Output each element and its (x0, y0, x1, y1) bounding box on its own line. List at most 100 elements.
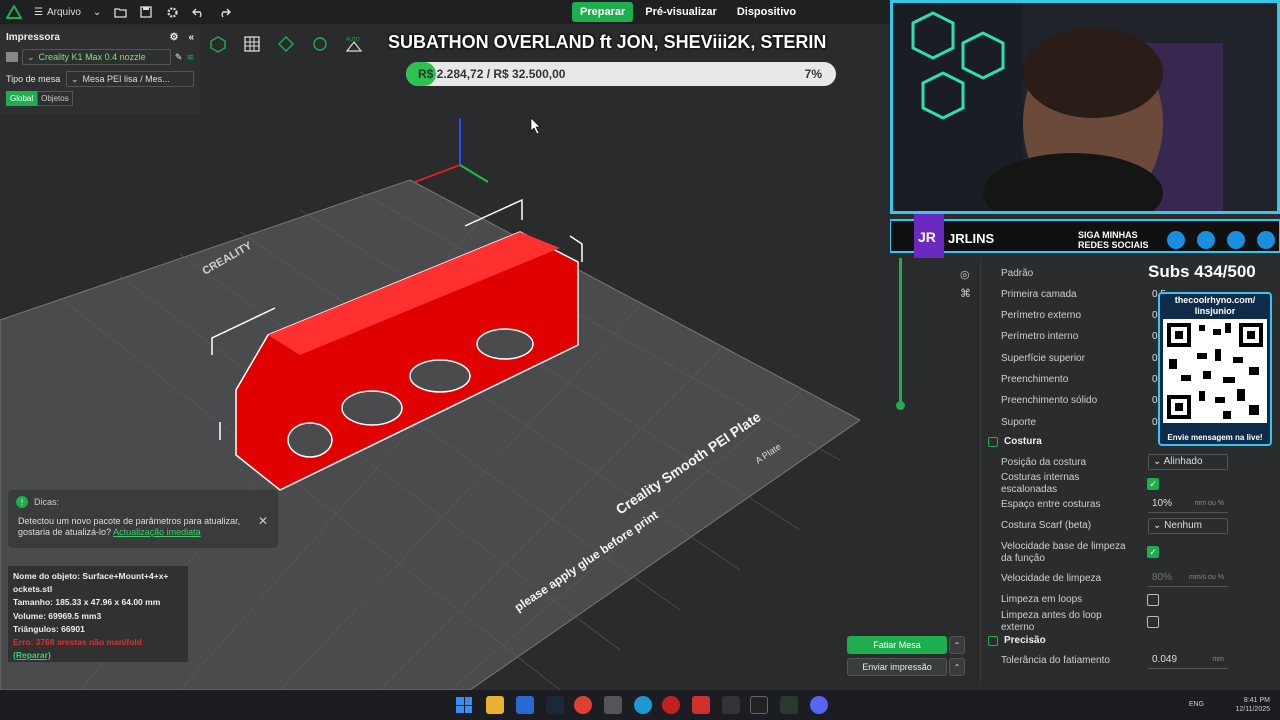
discord-icon[interactable] (810, 696, 828, 714)
tab-device[interactable]: Dispositivo (729, 2, 804, 22)
settings-gear-icon[interactable] (163, 3, 181, 21)
bed-type-row: Tipo de mesa ⌄ Mesa PEI lisa / Mes... (0, 69, 200, 89)
wifi-icon[interactable]: ≋ (186, 52, 194, 63)
solid-infill-speed-value[interactable]: 0 (1152, 395, 1158, 406)
precision-section-header[interactable]: Precisão (988, 635, 1046, 646)
scarf-seam-label: Costura Scarf (beta) (1001, 520, 1092, 531)
seam-position-select[interactable]: ⌄ Alinhado (1148, 454, 1228, 470)
chevron-down-icon: ⌄ (27, 51, 35, 62)
windows-taskbar: ENG 8:41 PM 12/11/2025 (0, 690, 1280, 720)
precision-section-title: Precisão (1004, 635, 1046, 646)
layer-slider[interactable] (899, 258, 902, 406)
wipe-speed-base-checkbox[interactable]: ✓ (1147, 546, 1159, 558)
top-surface-speed-value[interactable]: 0 (1152, 353, 1158, 364)
qr-url-line1: thecoolrhyno.com/ (1174, 295, 1256, 305)
bed-type-select[interactable]: ⌄ Mesa PEI lisa / Mes... (66, 71, 194, 87)
progress-amount-text: R$ 2.284,72 / R$ 32.500,00 (418, 67, 566, 81)
add-cube-icon[interactable] (206, 32, 230, 56)
printer-settings-icon[interactable]: ⚙ (169, 32, 178, 43)
wipe-loops-label: Limpeza em loops (1001, 594, 1083, 605)
system-tray: ENG 8:41 PM 12/11/2025 (1189, 696, 1270, 714)
slice-tolerance-input[interactable]: 0.049 mm (1148, 653, 1228, 669)
explorer-icon[interactable] (486, 696, 504, 714)
slicer-app-icon[interactable] (780, 696, 798, 714)
chevron-down-icon: ⌄ (1153, 456, 1164, 467)
seam-section-title: Costura (1004, 436, 1042, 447)
app-icon-2[interactable] (516, 696, 534, 714)
file-menu-button[interactable]: ☰ Arquivo ⌄ (28, 0, 107, 24)
seam-gap-value: 10% (1152, 498, 1173, 509)
svg-text:JR: JR (918, 229, 936, 245)
edge-icon[interactable] (634, 696, 652, 714)
chevron-down-icon: ⌄ (71, 73, 79, 84)
inner-wall-speed-value[interactable]: 0 (1152, 331, 1158, 342)
printer-name: Creality K1 Max 0.4 nozzle (38, 52, 146, 62)
close-icon[interactable]: ✕ (258, 514, 268, 528)
auto-orient-icon[interactable]: AUTO (342, 32, 366, 56)
folder-icon[interactable] (111, 3, 129, 21)
steam-icon[interactable] (546, 696, 564, 714)
redo-icon[interactable] (215, 3, 233, 21)
terminal-icon[interactable] (750, 696, 768, 714)
slice-tolerance-value: 0.049 (1152, 654, 1178, 665)
object-name-line1: Nome do objeto: Surface+Mount+4+x+ (13, 571, 169, 581)
scarf-seam-select[interactable]: ⌄ Nenhum (1148, 518, 1228, 534)
solid-infill-speed-label: Preenchimento sólido (1001, 395, 1098, 406)
staggered-seams-checkbox[interactable]: ✓ (1147, 478, 1159, 490)
seam-section-header[interactable]: Costura (988, 436, 1042, 447)
tab-global[interactable]: Global (6, 91, 38, 106)
update-now-link[interactable]: Actualização imediata (113, 527, 201, 537)
precision-section-icon (988, 635, 998, 646)
wipe-loops-checkbox[interactable] (1147, 594, 1159, 606)
outer-wall-speed-value[interactable]: 0 (1152, 310, 1158, 321)
qr-url-line2: linsjunior (1194, 306, 1236, 317)
tab-preview[interactable]: Pré-visualizar (637, 2, 725, 22)
object-name-line2: ockets.stl (13, 584, 53, 595)
support-speed-label: Suporte (1001, 417, 1037, 428)
progress-percent-text: 7% (804, 67, 822, 81)
grid-icon[interactable] (240, 32, 264, 56)
chrome-icon[interactable] (574, 696, 592, 714)
donation-progress-bar: R$ 2.284,72 / R$ 32.500,00 7% (406, 62, 836, 86)
windows-start-icon[interactable] (456, 697, 472, 713)
collapse-icon[interactable]: « (188, 32, 194, 43)
speed-default-label: Padrão (1001, 268, 1034, 279)
tips-body: Detectou um novo pacote de parâmetros pa… (8, 510, 278, 545)
tips-title: Dicas: (34, 497, 60, 507)
seam-gap-input[interactable]: 10% mm ou % (1148, 497, 1228, 513)
slice-plate-button[interactable]: Fatiar Mesa (847, 636, 947, 654)
slice-tolerance-label: Tolerância do fatiamento (1001, 655, 1110, 666)
send-options-button[interactable]: ⌃ (949, 658, 965, 676)
save-icon[interactable] (137, 3, 155, 21)
tray-lang: ENG (1188, 701, 1204, 708)
wipe-before-loop-checkbox[interactable] (1147, 616, 1159, 628)
banner-name: JRLINS (948, 231, 995, 246)
arrange-icon[interactable] (308, 32, 332, 56)
svg-text:AUTO: AUTO (346, 37, 360, 43)
object-list-icon[interactable]: ⌘ (960, 287, 976, 300)
layer-slider-handle[interactable] (896, 401, 905, 410)
infill-speed-value[interactable]: 0 (1152, 374, 1158, 385)
settings-circle-icon[interactable]: ◎ (960, 268, 976, 281)
tab-prepare[interactable]: Preparar (572, 2, 634, 22)
tab-objects[interactable]: Objetos (37, 91, 73, 106)
social-banner: JR JRLINS SIGA MINHAS REDES SOCIAIS (890, 214, 1280, 258)
outer-wall-speed-label: Perímetro externo (1001, 310, 1082, 321)
app-icon-8[interactable] (692, 696, 710, 714)
settings-scope-tabs: Global Objetos (0, 89, 200, 108)
object-size: Tamanho: 185.33 x 47.96 x 64.00 mm (13, 597, 161, 608)
wipe-speed-input[interactable]: 80% mm/s ou % (1148, 571, 1228, 587)
repair-link[interactable]: (Reparar) (13, 649, 183, 662)
printer-row: ⌄ Creality K1 Max 0.4 nozzle ✎ ≋ (0, 47, 200, 67)
send-print-button[interactable]: Enviar impressão (847, 658, 947, 676)
app-icon-7[interactable] (662, 696, 680, 714)
undo-icon[interactable] (189, 3, 207, 21)
edit-icon[interactable]: ✎ (175, 52, 183, 63)
printer-select[interactable]: ⌄ Creality K1 Max 0.4 nozzle (22, 49, 171, 65)
slice-options-button[interactable]: ⌃ (949, 636, 965, 654)
orient-icon[interactable] (274, 32, 298, 56)
app-icon-9[interactable] (722, 696, 740, 714)
seam-gap-label: Espaço entre costuras (1001, 499, 1101, 510)
app-icon-5[interactable] (604, 696, 622, 714)
support-speed-value[interactable]: 0 (1152, 417, 1158, 428)
